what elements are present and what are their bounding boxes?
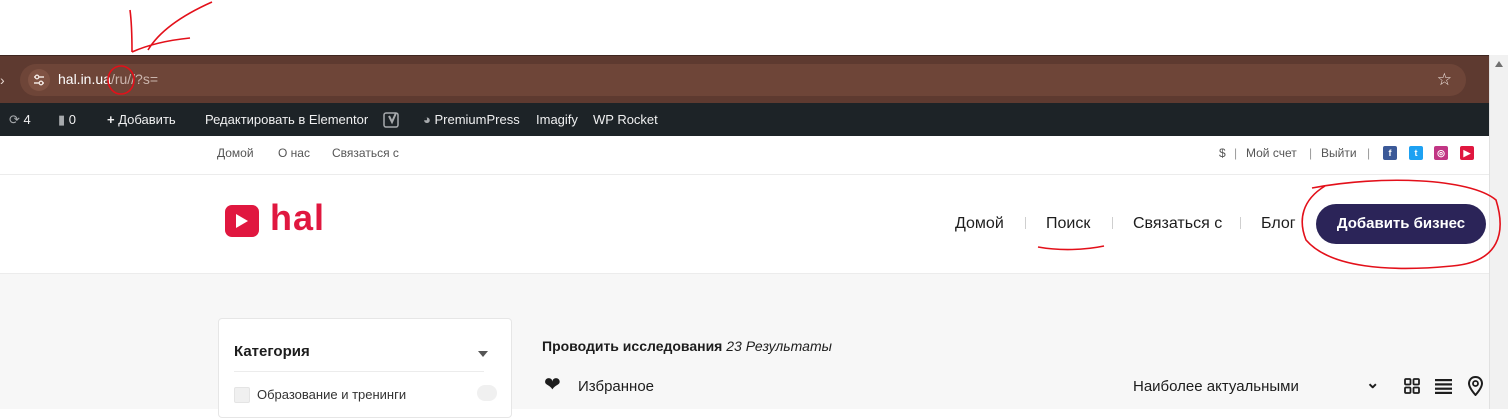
nav-blog[interactable]: Блог <box>1261 215 1296 233</box>
currency-switch[interactable]: $ <box>1219 146 1226 160</box>
map-pin-icon[interactable] <box>1467 376 1484 396</box>
topbar-divider: | <box>1234 146 1238 160</box>
url-domain: hal.in.ua <box>58 71 111 87</box>
add-new-item[interactable]: + Добавить <box>107 112 176 127</box>
site-header: hal Домой Поиск Связаться с Блог Добавит… <box>0 175 1489 274</box>
category-checkbox[interactable] <box>234 387 250 403</box>
premiumpress-item[interactable]: ◕ PremiumPress <box>423 112 520 127</box>
updates-icon: ⟳ <box>9 112 20 127</box>
screenshot-top-area <box>0 0 1508 55</box>
category-count-badge <box>477 385 497 401</box>
plus-icon: + <box>107 112 115 127</box>
topbar-divider: | <box>1367 146 1371 160</box>
category-filter-title[interactable]: Категория <box>234 343 310 360</box>
address-bar[interactable]: hal.in.ua/ru//?s= ☆ <box>20 64 1466 96</box>
nav-home[interactable]: Домой <box>955 215 1004 233</box>
results-heading: Проводить исследования 23 Результаты <box>542 338 832 354</box>
nav-search[interactable]: Поиск <box>1046 215 1090 233</box>
favorites-link[interactable]: Избранное <box>578 378 654 395</box>
wp-admin-bar: ⟳ 4 ▮ 0 + Добавить Редактировать в Eleme… <box>0 103 1489 136</box>
topbar-divider: | <box>1309 146 1313 160</box>
logout-link[interactable]: Выйти <box>1321 146 1357 160</box>
nav-divider <box>1240 217 1241 229</box>
comment-icon: ▮ <box>58 112 66 127</box>
scroll-up-arrow-icon[interactable] <box>1495 61 1503 67</box>
logo-icon[interactable] <box>225 205 259 237</box>
nav-divider <box>1112 217 1113 229</box>
url-text[interactable]: hal.in.ua/ru//?s= <box>58 71 158 87</box>
bookmark-star-icon[interactable]: ☆ <box>1437 70 1452 90</box>
comments-count: 0 <box>68 112 77 127</box>
comments-item[interactable]: ▮ 0 <box>58 112 76 128</box>
results-count: 23 Результаты <box>726 338 832 354</box>
facebook-icon[interactable]: f <box>1383 146 1397 160</box>
browser-toolbar: › hal.in.ua/ru//?s= ☆ <box>0 55 1489 103</box>
yoast-icon[interactable] <box>383 112 401 131</box>
list-view-icon[interactable] <box>1435 378 1452 394</box>
edit-elementor-item[interactable]: Редактировать в Elementor <box>205 112 368 127</box>
add-new-label: Добавить <box>118 112 176 127</box>
caret-down-icon[interactable] <box>478 351 488 357</box>
heart-icon[interactable]: ❤ <box>544 375 561 395</box>
updates-item[interactable]: ⟳ 4 <box>9 112 31 128</box>
wp-rocket-item[interactable]: WP Rocket <box>593 112 658 127</box>
my-account-link[interactable]: Мой счет <box>1246 146 1297 160</box>
divider <box>234 371 484 372</box>
site-settings-icon[interactable] <box>28 69 50 91</box>
url-path: /ru//?s= <box>110 71 159 87</box>
nav-divider <box>1025 217 1026 229</box>
imagify-item[interactable]: Imagify <box>536 112 578 127</box>
topbar-link-home[interactable]: Домой <box>217 146 254 160</box>
site-topbar: Домой О нас Связаться с $ | Мой счет | В… <box>0 136 1489 175</box>
twitter-icon[interactable]: t <box>1409 146 1423 160</box>
category-label[interactable]: Образование и тренинги <box>257 387 406 402</box>
grid-view-icon[interactable] <box>1404 378 1420 394</box>
premiumpress-label: PremiumPress <box>434 112 520 127</box>
dashboard-icon: ◕ <box>423 112 431 127</box>
filter-sidebar: Категория Образование и тренинги <box>218 318 512 418</box>
back-arrow-icon[interactable]: › <box>0 72 5 88</box>
page-scrollbar[interactable] <box>1489 55 1508 409</box>
topbar-link-contact[interactable]: Связаться с <box>332 146 399 160</box>
nav-contact[interactable]: Связаться с <box>1133 215 1222 233</box>
youtube-icon[interactable]: ▶ <box>1460 146 1474 160</box>
add-business-button[interactable]: Добавить бизнес <box>1316 204 1486 244</box>
search-content: Категория Образование и тренинги Проводи… <box>0 274 1489 418</box>
topbar-link-about[interactable]: О нас <box>278 146 310 160</box>
sort-select[interactable]: Наиболее актуальными <box>1133 378 1299 395</box>
updates-count: 4 <box>23 112 31 127</box>
chevron-down-icon[interactable]: ⌄ <box>1366 373 1379 393</box>
logo-text[interactable]: hal <box>270 197 325 239</box>
instagram-icon[interactable]: ◎ <box>1434 146 1448 160</box>
results-label: Проводить исследования <box>542 338 723 354</box>
